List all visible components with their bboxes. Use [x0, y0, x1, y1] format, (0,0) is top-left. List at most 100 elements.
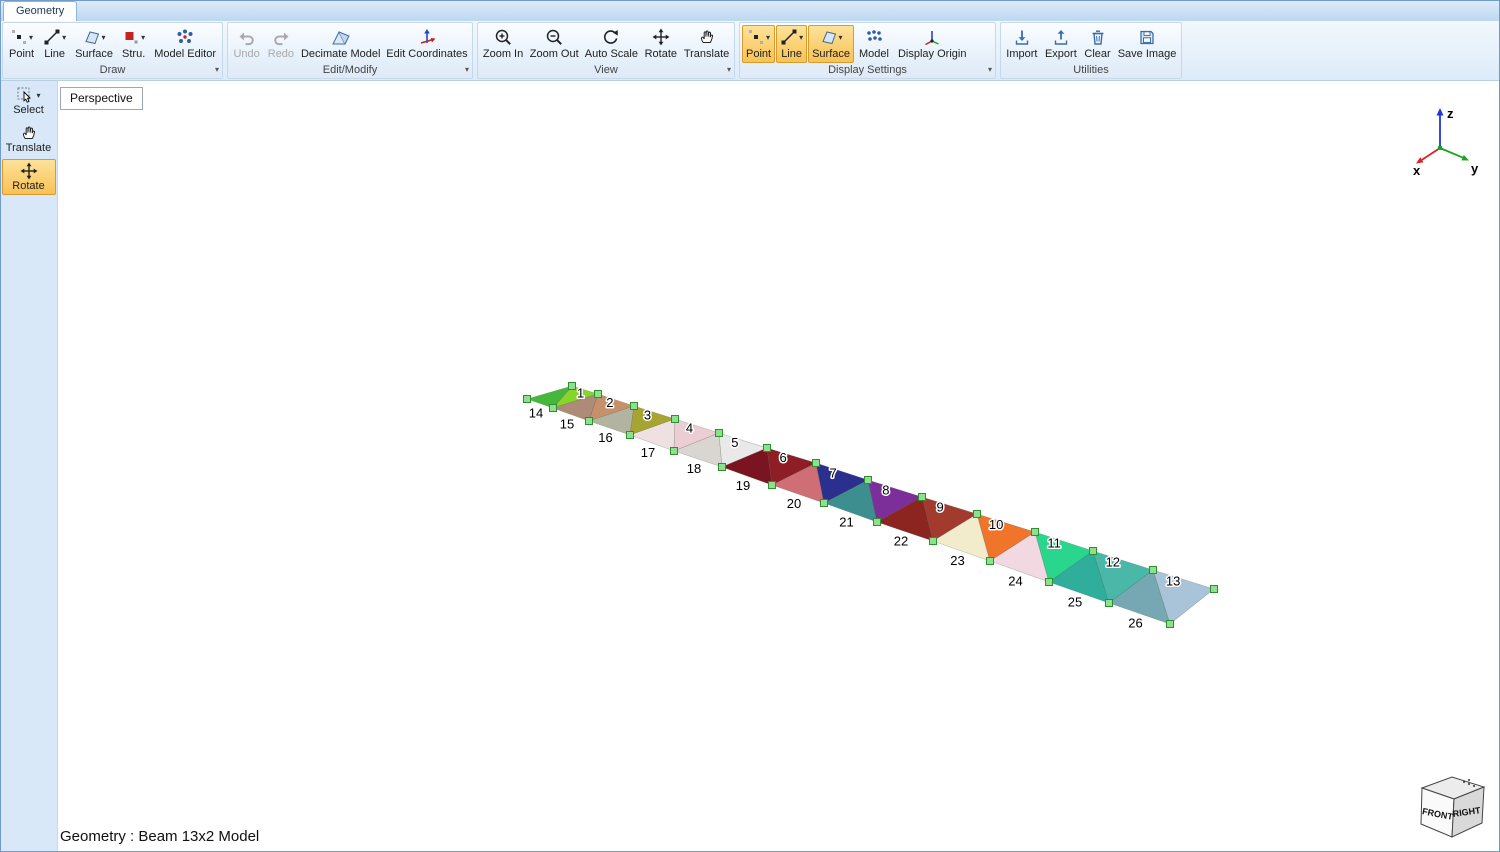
- tab-perspective[interactable]: Perspective: [60, 87, 143, 110]
- hand-icon: [20, 124, 38, 142]
- undo-button[interactable]: Undo: [230, 25, 263, 63]
- rotate-icon: [20, 162, 38, 180]
- translate-view-button-label: Translate: [683, 48, 730, 60]
- redo-icon: [271, 28, 291, 46]
- display-origin-toggle[interactable]: Display Origin: [894, 25, 970, 63]
- display-line-toggle[interactable]: ▾ Line: [776, 25, 808, 63]
- zoom-out-button[interactable]: Zoom Out: [527, 25, 581, 63]
- model-editor-button-label: Model Editor: [154, 48, 217, 60]
- title-bar: Geometry: [0, 0, 1500, 22]
- ribbon: ▾ Point ▾ Line ▾ Surface ▾ Stru. Model E…: [0, 21, 1500, 81]
- structure-button[interactable]: ▾ Stru.: [118, 25, 149, 63]
- ribbon-group-utilities-caption: Utilities: [1073, 64, 1109, 76]
- z-axis-label: z: [1447, 106, 1454, 121]
- model-editor-icon: [176, 28, 194, 46]
- translate-tool-label: Translate: [5, 142, 52, 154]
- auto-scale-button[interactable]: Auto Scale: [582, 25, 640, 63]
- rotate-view-button[interactable]: Rotate: [641, 25, 680, 63]
- export-button[interactable]: Export: [1042, 25, 1080, 63]
- point-icon: [10, 28, 28, 46]
- translate-view-button[interactable]: Translate: [681, 25, 732, 63]
- display-point-toggle-label: Point: [746, 48, 772, 60]
- chevron-down-icon[interactable]: ▾: [465, 63, 469, 77]
- auto-scale-icon: [602, 28, 620, 46]
- clear-button[interactable]: Clear: [1081, 25, 1114, 63]
- import-button-label: Import: [1006, 48, 1038, 60]
- surface-button[interactable]: ▾ Surface: [71, 25, 117, 63]
- status-bar-text: Geometry : Beam 13x2 Model: [60, 828, 260, 845]
- display-origin-toggle-label: Display Origin: [897, 48, 967, 60]
- display-surface-toggle[interactable]: ▾ Surface: [808, 25, 855, 63]
- select-tool[interactable]: ▾ Select: [2, 83, 56, 119]
- ribbon-group-view-caption: View ▾: [594, 63, 731, 77]
- ribbon-group-view: Zoom In Zoom Out Auto Scale Rotate Trans…: [477, 22, 735, 79]
- decimate-model-icon: [331, 28, 351, 46]
- chevron-down-icon[interactable]: ▾: [141, 33, 145, 42]
- rotate-icon: [652, 28, 670, 46]
- zoom-out-button-label: Zoom Out: [529, 48, 579, 60]
- display-model-toggle-label: Model: [859, 48, 889, 60]
- decimate-model-button[interactable]: Decimate Model: [299, 25, 383, 63]
- chevron-down-icon[interactable]: ▾: [727, 63, 731, 77]
- point-button[interactable]: ▾ Point: [5, 25, 38, 63]
- select-icon: [16, 86, 34, 104]
- display-line-toggle-label: Line: [781, 48, 802, 60]
- export-icon: [1052, 28, 1070, 46]
- chevron-down-icon[interactable]: ▾: [36, 91, 40, 100]
- chevron-down-icon[interactable]: ▾: [766, 33, 770, 42]
- surface-icon: [83, 28, 101, 46]
- chevron-down-icon[interactable]: ▾: [62, 33, 66, 42]
- display-point-toggle[interactable]: ▾ Point: [742, 25, 776, 63]
- save-image-button-label: Save Image: [1117, 48, 1177, 60]
- model-icon: [865, 28, 883, 46]
- zoom-out-icon: [545, 28, 563, 46]
- rotate-tool[interactable]: Rotate: [1, 159, 56, 195]
- ribbon-group-edit-modify-caption: Edit/Modify ▾: [322, 63, 469, 77]
- chevron-down-icon[interactable]: ▾: [988, 63, 992, 77]
- chevron-down-icon[interactable]: ▾: [839, 33, 843, 42]
- import-button[interactable]: Import: [1003, 25, 1041, 63]
- ribbon-group-utilities: Import Export Clear Save Image Utilities: [1000, 22, 1182, 79]
- line-button-label: Line: [44, 48, 65, 60]
- surface-button-label: Surface: [75, 48, 114, 60]
- decimate-model-button-label: Decimate Model: [300, 48, 381, 60]
- edit-coordinates-button[interactable]: Edit Coordinates: [384, 25, 470, 63]
- line-icon: [780, 28, 798, 46]
- save-icon: [1138, 28, 1156, 46]
- zoom-in-button[interactable]: Zoom In: [480, 25, 526, 63]
- zoom-in-icon: [494, 28, 512, 46]
- rotate-tool-label: Rotate: [12, 180, 45, 192]
- ribbon-group-draw-caption: Draw ▾: [99, 63, 219, 77]
- ribbon-group-draw: ▾ Point ▾ Line ▾ Surface ▾ Stru. Model E…: [2, 22, 223, 79]
- redo-button[interactable]: Redo: [264, 25, 297, 63]
- save-image-button[interactable]: Save Image: [1115, 25, 1179, 63]
- display-model-toggle[interactable]: Model: [855, 25, 893, 63]
- auto-scale-button-label: Auto Scale: [584, 48, 638, 60]
- undo-button-label: Undo: [233, 48, 260, 60]
- chevron-down-icon[interactable]: ▾: [29, 33, 33, 42]
- tab-geometry[interactable]: Geometry: [3, 1, 78, 21]
- ribbon-group-display-settings-caption: Display Settings ▾: [828, 63, 992, 77]
- line-button[interactable]: ▾ Line: [39, 25, 70, 63]
- x-axis-label: x: [1413, 163, 1421, 178]
- hand-icon: [698, 28, 716, 46]
- axes-triad: z x y: [1413, 106, 1479, 178]
- undo-icon: [237, 28, 257, 46]
- model-editor-button[interactable]: Model Editor: [150, 25, 220, 63]
- import-icon: [1013, 28, 1031, 46]
- display-origin-icon: [922, 28, 942, 46]
- chevron-down-icon[interactable]: ▾: [215, 63, 219, 77]
- ribbon-group-edit-modify: Undo Redo Decimate Model Edit Coordinate…: [227, 22, 473, 79]
- edit-coordinates-button-label: Edit Coordinates: [386, 48, 468, 60]
- chevron-down-icon[interactable]: ▾: [102, 33, 106, 42]
- edit-coordinates-icon: [417, 28, 437, 46]
- point-button-label: Point: [9, 48, 35, 60]
- export-button-label: Export: [1044, 48, 1077, 60]
- translate-tool[interactable]: Translate: [2, 121, 56, 157]
- view-cube[interactable]: FRONT RIGHT: [1408, 768, 1492, 848]
- redo-button-label: Redo: [267, 48, 295, 60]
- trash-icon: [1089, 28, 1107, 46]
- select-tool-label: Select: [13, 104, 44, 116]
- model-viewport[interactable]: Perspective: [58, 81, 1500, 852]
- chevron-down-icon[interactable]: ▾: [799, 33, 803, 42]
